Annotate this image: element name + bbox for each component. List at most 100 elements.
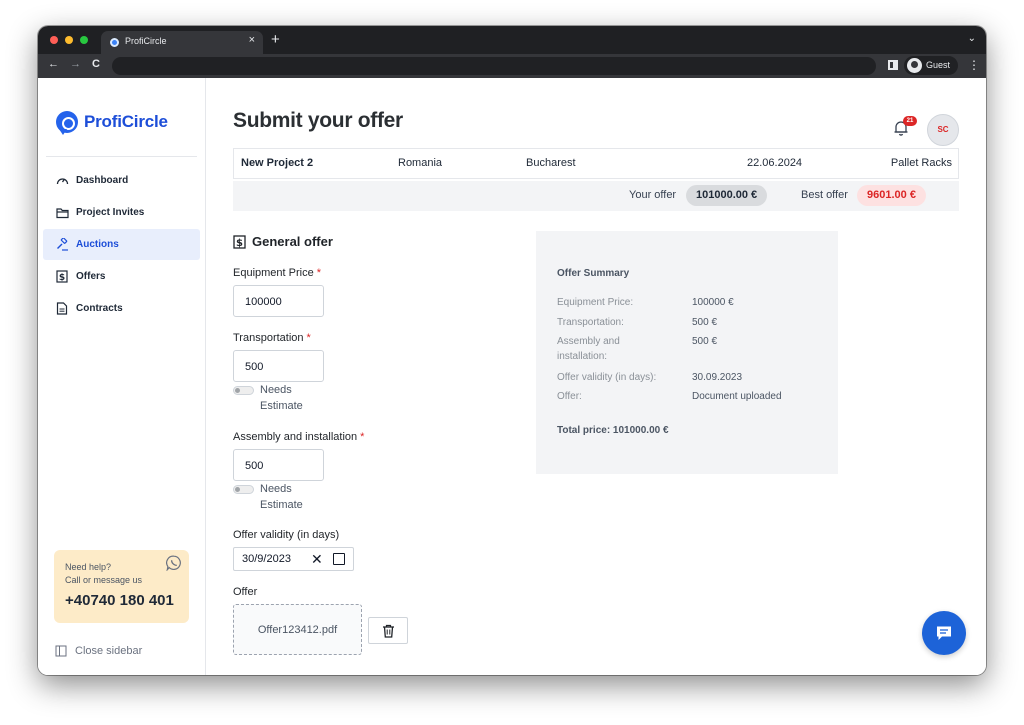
whatsapp-icon[interactable] <box>166 555 182 571</box>
close-window-button[interactable] <box>50 36 58 44</box>
offer-validity-date-input[interactable]: 30/9/2023 ✕ <box>233 547 354 571</box>
maximize-window-button[interactable] <box>80 36 88 44</box>
trash-icon <box>382 624 394 638</box>
profile-button[interactable]: Guest <box>904 56 958 75</box>
dollar-doc-icon: $ <box>233 234 246 249</box>
reload-icon[interactable]: C <box>92 58 100 70</box>
folder-icon <box>55 206 69 220</box>
sidebar-item-label: Offers <box>76 271 106 282</box>
sidebar-item-auctions[interactable]: Auctions <box>43 229 200 260</box>
favicon-icon <box>110 38 119 47</box>
notification-badge: 21 <box>903 116 917 126</box>
transport-needs-estimate-toggle[interactable] <box>233 386 254 395</box>
sidebar-item-label: Project Invites <box>76 207 145 218</box>
project-name: New Project 2 <box>241 157 314 169</box>
browser-menu-icon[interactable]: ⋮ <box>968 58 980 72</box>
offer-comparison-bar: Your offer 101000.00 € Best offer 9601.0… <box>233 181 959 211</box>
estimate-text: Estimate <box>260 499 303 511</box>
section-title-general-offer: $ General offer <box>233 234 333 249</box>
summary-key: Assembly and installation: <box>557 336 620 362</box>
chat-button[interactable] <box>922 611 966 655</box>
summary-value: 100000 € <box>692 297 734 308</box>
profile-label: Guest <box>926 60 951 70</box>
svg-text:$: $ <box>59 273 65 283</box>
document-icon <box>55 302 69 316</box>
main-content: Submit your offer 21 SC New Project 2 Ro… <box>206 78 986 675</box>
project-country: Romania <box>398 157 443 169</box>
needs-text: Needs <box>260 483 292 495</box>
project-date: 22.06.2024 <box>747 157 803 169</box>
project-info-row: New Project 2 Romania Bucharest 22.06.20… <box>233 148 959 179</box>
estimate-text: Estimate <box>260 400 303 412</box>
assembly-needs-estimate-label: Needs Estimate <box>260 481 303 513</box>
side-panel-icon[interactable] <box>888 60 898 70</box>
summary-value: 500 € <box>692 317 718 328</box>
browser-window: ProfiCircle × + ⌄ ← → C Guest ⋮ ProfiCir… <box>38 26 986 675</box>
equipment-price-input[interactable]: 100000 <box>233 285 324 317</box>
transportation-input[interactable]: 500 <box>233 350 324 382</box>
summary-value: 30.09.2023 <box>692 372 743 383</box>
sidebar-item-dashboard[interactable]: Dashboard <box>43 165 200 196</box>
chat-icon <box>937 626 951 640</box>
best-offer-value: 9601.00 € <box>857 185 926 206</box>
sidebar-item-label: Auctions <box>76 239 119 250</box>
page-title: Submit your offer <box>233 109 403 132</box>
logo[interactable]: ProfiCircle <box>56 111 168 135</box>
offer-file-dropzone[interactable]: Offer123412.pdf <box>233 604 362 655</box>
summary-key: Offer: <box>557 391 582 402</box>
offer-summary-panel: Offer Summary Equipment Price: 100000 € … <box>536 231 838 474</box>
transportation-label: Transportation * <box>233 332 311 344</box>
tab-close-icon[interactable]: × <box>249 34 255 46</box>
sidebar-item-project-invites[interactable]: Project Invites <box>43 197 200 228</box>
help-title: Need help? <box>65 562 112 572</box>
your-offer-value: 101000.00 € <box>686 185 768 206</box>
minimize-window-button[interactable] <box>65 36 73 44</box>
transport-needs-estimate-label: Needs Estimate <box>260 382 303 414</box>
summary-key: Equipment Price: <box>557 297 634 308</box>
sidebar-item-label: Dashboard <box>76 175 129 186</box>
transportation-label-text: Transportation <box>233 332 304 344</box>
forward-icon[interactable]: → <box>70 58 81 70</box>
tab-search-icon[interactable]: ⌄ <box>968 33 976 44</box>
avatar[interactable]: SC <box>927 114 959 146</box>
offer-file-label: Offer <box>233 586 258 598</box>
help-card: Need help? Call or message us +40740 180… <box>54 550 189 623</box>
address-bar[interactable] <box>112 57 876 75</box>
summary-value: Document uploaded <box>692 391 782 402</box>
gavel-icon <box>55 238 69 252</box>
project-city: Bucharest <box>526 157 576 169</box>
needs-text: Needs <box>260 384 292 396</box>
assembly-needs-estimate-toggle[interactable] <box>233 485 254 494</box>
summary-title: Offer Summary <box>557 268 630 279</box>
delete-file-button[interactable] <box>368 617 408 644</box>
back-icon[interactable]: ← <box>48 58 59 70</box>
summary-value: 500 € <box>692 336 718 347</box>
calendar-icon[interactable] <box>333 553 345 565</box>
best-offer-label: Best offer <box>801 189 848 201</box>
assembly-input[interactable]: 500 <box>233 449 324 481</box>
sidebar-item-offers[interactable]: $ Offers <box>43 261 200 292</box>
sidebar: ProfiCircle Dashboard Project Invites Au… <box>38 78 206 675</box>
profile-icon <box>907 58 922 73</box>
sidebar-item-label: Contracts <box>76 303 123 314</box>
summary-total: Total price: 101000.00 € <box>557 425 669 436</box>
required-mark: * <box>360 431 365 443</box>
help-phone[interactable]: +40740 180 401 <box>65 592 174 609</box>
required-mark: * <box>316 267 321 279</box>
your-offer-label: Your offer <box>629 189 677 201</box>
new-tab-button[interactable]: + <box>271 31 280 48</box>
svg-text:$: $ <box>236 238 243 249</box>
logo-icon <box>56 111 78 135</box>
section-title-text: General offer <box>252 234 333 249</box>
sidebar-item-contracts[interactable]: Contracts <box>43 293 200 324</box>
clear-date-icon[interactable]: ✕ <box>311 551 323 568</box>
dollar-doc-icon: $ <box>55 270 69 284</box>
sidebar-divider <box>46 156 197 157</box>
close-sidebar-label: Close sidebar <box>75 645 143 657</box>
app: ProfiCircle Dashboard Project Invites Au… <box>38 78 986 675</box>
offer-validity-label: Offer validity (in days) <box>233 529 340 541</box>
tab-title: ProfiCircle <box>125 36 167 46</box>
browser-tab[interactable]: ProfiCircle × <box>101 31 263 54</box>
logo-text: ProfiCircle <box>84 112 168 131</box>
close-sidebar-button[interactable]: Close sidebar <box>55 645 142 657</box>
